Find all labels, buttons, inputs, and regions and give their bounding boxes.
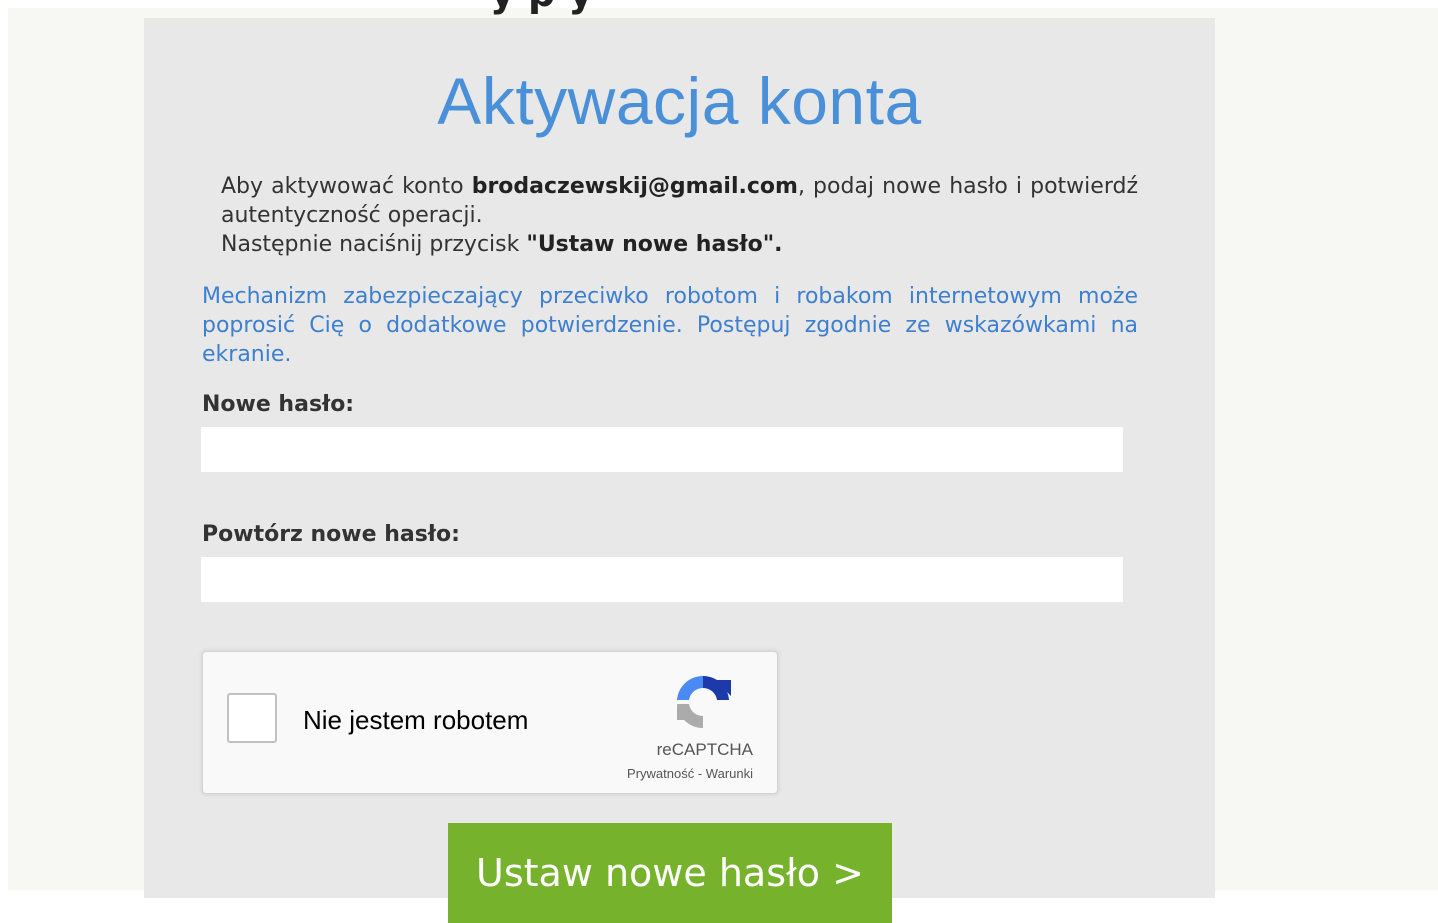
activation-panel: Aktywacja konta Aby aktywować konto brod…: [144, 18, 1215, 923]
intro-text: Aby aktywować konto brodaczewskij@gmail.…: [221, 172, 1138, 259]
page-title: Aktywacja konta: [437, 64, 922, 138]
recaptcha-widget: Nie jestem robotem reCAPTCHA Prywatność …: [202, 651, 778, 794]
recaptcha-label: Nie jestem robotem: [303, 705, 529, 735]
recaptcha-checkbox[interactable]: [227, 693, 277, 743]
bot-protection-notice: Mechanizm zabezpieczający przeciwko robo…: [202, 284, 1138, 367]
recaptcha-links-separator: -: [694, 766, 706, 781]
recaptcha-links: Prywatność - Warunki: [627, 766, 753, 782]
intro-prefix: Aby aktywować konto: [221, 174, 472, 199]
account-email: brodaczewskij@gmail.com: [471, 174, 798, 199]
new-password-label: Nowe hasło:: [202, 392, 355, 417]
cut-off-heading: y p y: [490, 0, 593, 12]
recaptcha-privacy-link[interactable]: Prywatność: [627, 766, 694, 781]
recaptcha-terms-link[interactable]: Warunki: [706, 766, 753, 781]
intro-line2-prefix: Następnie naciśnij przycisk: [221, 232, 527, 257]
new-password-field[interactable]: [201, 427, 1123, 472]
recaptcha-brand: reCAPTCHA: [656, 740, 753, 759]
intro-button-reference: "Ustaw nowe hasło".: [526, 232, 783, 257]
repeat-password-field[interactable]: [201, 557, 1123, 602]
set-new-password-button[interactable]: Ustaw nowe hasło >: [448, 823, 892, 923]
recaptcha-logo-icon: [677, 675, 731, 729]
repeat-password-label: Powtórz nowe hasło:: [202, 522, 460, 547]
